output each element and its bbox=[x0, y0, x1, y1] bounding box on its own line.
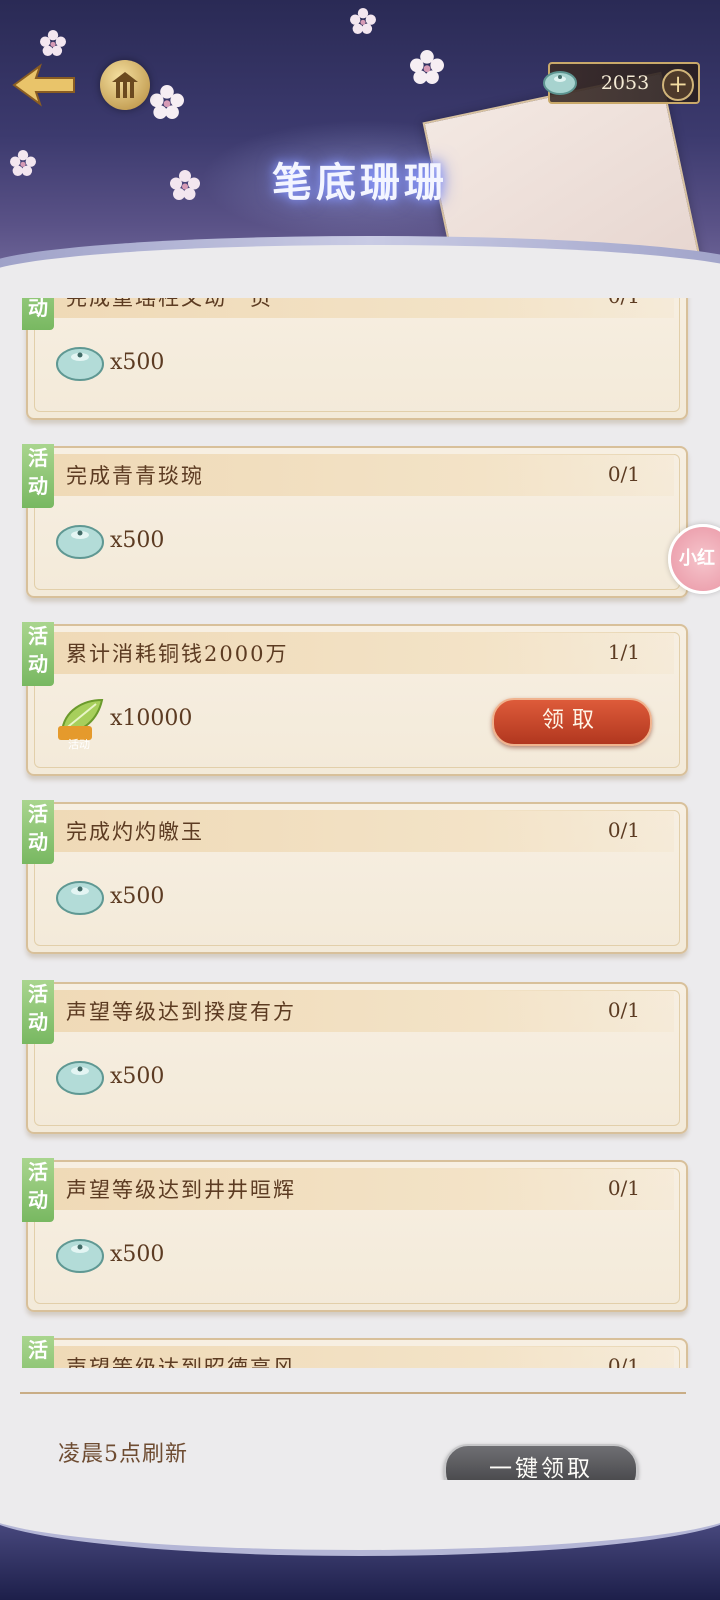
activity-tag-label: 活动 bbox=[28, 982, 48, 1034]
activity-tag: 活动 bbox=[22, 298, 54, 330]
blossom-icon bbox=[40, 30, 66, 56]
task-card: 活动 完成灼灼皦玉 0/1 x500 bbox=[22, 800, 688, 954]
pavilion-icon bbox=[112, 72, 138, 98]
task-title: 声望等级达到井井晅辉 bbox=[66, 1178, 296, 1202]
activity-tag: 活动 bbox=[22, 800, 54, 864]
reward-quantity: x500 bbox=[110, 884, 165, 909]
task-card: 活动 累计消耗铜钱2000万 1/1 活动 x10000 领取 bbox=[22, 622, 688, 776]
currency-display: 2053 + bbox=[543, 62, 700, 104]
claim-button[interactable]: 领取 bbox=[492, 698, 652, 746]
wave-divider bbox=[0, 245, 720, 300]
activity-tag: 活动 bbox=[22, 1158, 54, 1222]
home-button[interactable] bbox=[100, 60, 150, 110]
activity-tag-label: 活动 bbox=[28, 624, 48, 676]
jade-pot-icon bbox=[54, 874, 106, 918]
task-title: 完成青青琰琬 bbox=[66, 464, 204, 488]
currency-value: 2053 bbox=[600, 72, 650, 94]
activity-tag-label: 活动 bbox=[28, 802, 48, 854]
task-progress: 1/1 bbox=[607, 640, 640, 664]
task-list[interactable]: 活动 完成重瑶柱又动一页 0/1 x500 活动 完成青青琰琬 0/1 x500… bbox=[0, 298, 720, 1368]
page-title: 笔底珊珊 bbox=[272, 159, 448, 206]
activity-tag-label: 活动 bbox=[28, 446, 48, 498]
task-progress: 0/1 bbox=[607, 1176, 640, 1200]
task-title: 声望等级达到揆度有方 bbox=[66, 1000, 296, 1024]
reward-quantity: x10000 bbox=[110, 706, 193, 731]
jade-pot-icon bbox=[54, 518, 106, 562]
activity-tag-label: 活动 bbox=[28, 298, 48, 320]
activity-tag: 活动 bbox=[22, 444, 54, 508]
activity-tag: 活动 bbox=[22, 622, 54, 686]
task-title: 声望等级达到昭德高风 bbox=[66, 1356, 296, 1368]
task-progress: 0/1 bbox=[607, 998, 640, 1022]
task-progress: 0/1 bbox=[607, 462, 640, 486]
reward-quantity: x500 bbox=[110, 1242, 165, 1267]
jade-pot-icon bbox=[54, 1054, 106, 1098]
footer-divider bbox=[20, 1392, 686, 1394]
reward-quantity: x500 bbox=[110, 528, 165, 553]
leaf-activity-icon bbox=[54, 696, 106, 740]
blossom-icon bbox=[150, 85, 184, 119]
jade-pot-icon bbox=[542, 68, 578, 96]
task-card: 活动 声望等级达到井井晅辉 0/1 x500 bbox=[22, 1158, 688, 1312]
back-arrow-icon bbox=[12, 63, 75, 107]
task-card: 活动 声望等级达到昭德高风 0/1 bbox=[22, 1336, 688, 1368]
task-card: 活动 完成青青琰琬 0/1 x500 bbox=[22, 444, 688, 598]
reward-badge: 活动 bbox=[68, 738, 90, 751]
activity-tag: 活动 bbox=[22, 1336, 54, 1368]
activity-tag-label: 活动 bbox=[28, 1160, 48, 1212]
activity-tag-label: 活动 bbox=[28, 1338, 48, 1368]
task-title: 完成重瑶柱又动一页 bbox=[66, 298, 273, 310]
blossom-icon bbox=[410, 50, 444, 84]
task-card: 活动 完成重瑶柱又动一页 0/1 x500 bbox=[22, 298, 688, 420]
reward-quantity: x500 bbox=[110, 1064, 165, 1089]
task-title: 完成灼灼皦玉 bbox=[66, 820, 204, 844]
task-progress: 0/1 bbox=[608, 298, 640, 308]
activity-tag: 活动 bbox=[22, 980, 54, 1044]
header-banner: 笔底珊珊 2053 + bbox=[0, 0, 720, 300]
task-progress: 0/1 bbox=[607, 818, 640, 842]
add-currency-button[interactable]: + bbox=[662, 69, 694, 101]
task-progress: 0/1 bbox=[607, 1354, 640, 1368]
task-card: 活动 声望等级达到揆度有方 0/1 x500 bbox=[22, 980, 688, 1134]
jade-pot-icon bbox=[54, 1232, 106, 1276]
blossom-icon bbox=[350, 8, 376, 34]
reward-quantity: x500 bbox=[110, 350, 165, 375]
refresh-notice: 凌晨5点刷新 bbox=[58, 1442, 188, 1467]
jade-pot-icon bbox=[54, 340, 106, 384]
back-button[interactable] bbox=[10, 60, 78, 110]
task-title: 累计消耗铜钱2000万 bbox=[66, 642, 289, 666]
